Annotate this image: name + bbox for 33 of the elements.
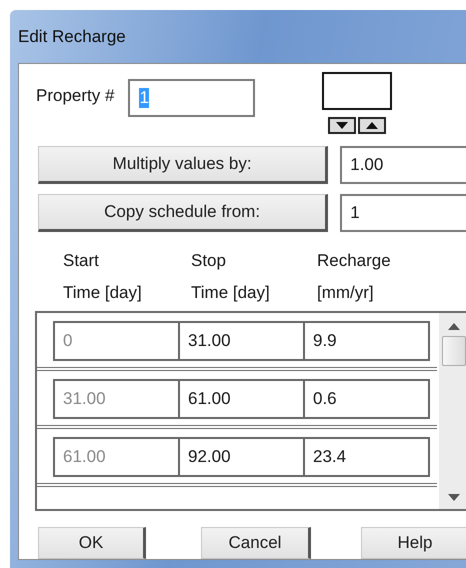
dialog-button[interactable]: Help: [361, 527, 466, 559]
up-button[interactable]: [358, 117, 386, 134]
multiply-field[interactable]: 1.00: [340, 146, 466, 184]
column-header: Recharge: [317, 250, 391, 272]
copy-schedule-button[interactable]: Copy schedule from:: [38, 194, 328, 232]
property-label: Property #: [36, 86, 114, 106]
scrollbar[interactable]: [439, 313, 466, 509]
column-header: Time [day]: [191, 282, 271, 304]
table-cell-field: 61.00: [53, 437, 180, 477]
up-triangle-icon: [366, 122, 378, 129]
table-cell-field: 31.00: [53, 379, 180, 419]
spin-box[interactable]: [322, 72, 392, 110]
copy-schedule-field[interactable]: 1: [340, 194, 466, 232]
window-title: Edit Recharge: [18, 26, 127, 48]
column-header: Time [day]: [63, 282, 143, 304]
column-header: [mm/yr]: [317, 282, 375, 304]
table-cell-field: 0: [53, 321, 180, 361]
down-triangle-icon: [336, 122, 348, 129]
table-cell-field[interactable]: 0.6: [303, 379, 430, 419]
table-cell-field[interactable]: 31.00: [178, 321, 305, 361]
table-cell-field[interactable]: 61.00: [178, 379, 305, 419]
scroll-thumb[interactable]: [442, 336, 466, 366]
dialog-button[interactable]: Cancel: [201, 527, 311, 559]
table-cell-field[interactable]: 23.4: [303, 437, 430, 477]
multiply-button[interactable]: Multiply values by:: [38, 146, 328, 184]
scroll-down-icon[interactable]: [448, 494, 460, 501]
table-cell-field[interactable]: 92.00: [178, 437, 305, 477]
column-header: Stop: [191, 250, 227, 272]
table-cell-field[interactable]: 9.9: [303, 321, 430, 361]
dialog-button[interactable]: OK: [38, 527, 146, 559]
scroll-up-icon[interactable]: [448, 323, 460, 330]
down-button[interactable]: [328, 117, 356, 134]
column-header: Start: [63, 250, 100, 272]
